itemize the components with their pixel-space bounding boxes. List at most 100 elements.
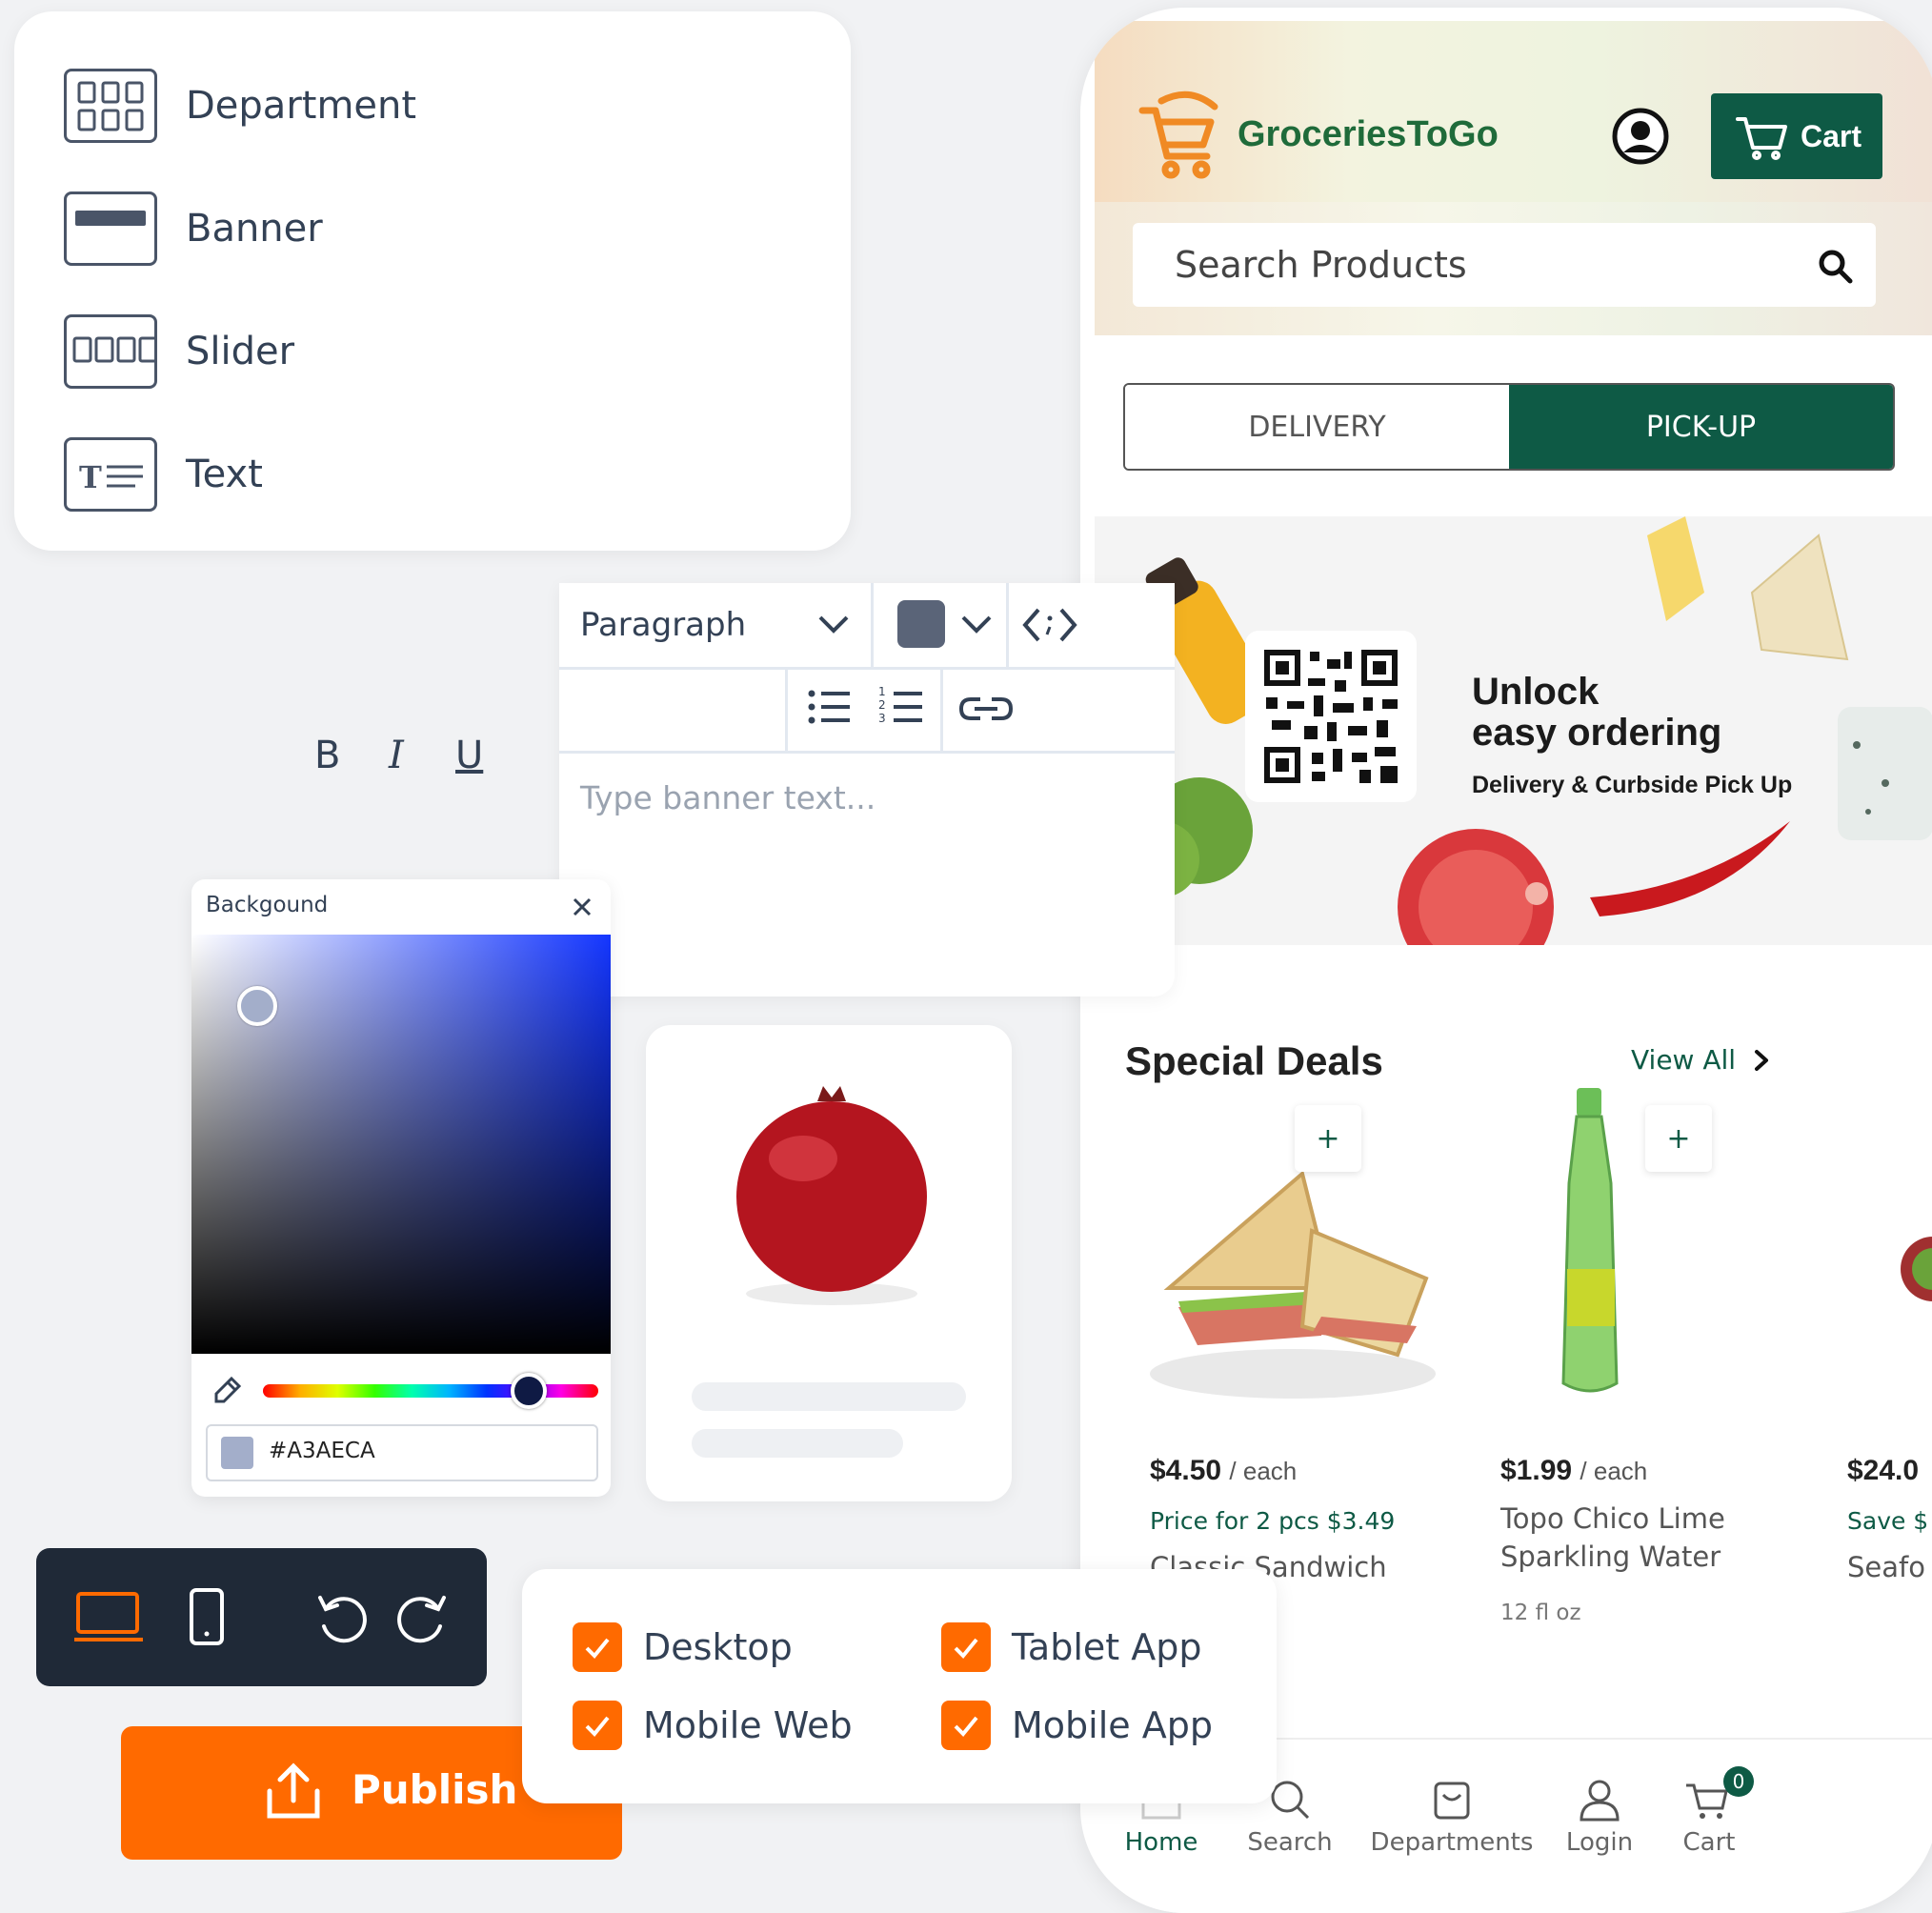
cart-count-badge: 0 xyxy=(1723,1766,1754,1797)
underline-button[interactable]: U xyxy=(455,734,483,777)
svg-text:2: 2 xyxy=(878,698,886,712)
grid-icon xyxy=(64,69,157,143)
color-picker-title: Backgound xyxy=(206,893,329,917)
target-label: Desktop xyxy=(643,1626,793,1668)
upload-icon xyxy=(267,1762,320,1819)
image-card[interactable] xyxy=(646,1025,1012,1501)
publish-label: Publish xyxy=(352,1766,518,1813)
svg-text:3: 3 xyxy=(878,712,886,725)
nav-cart[interactable]: Cart 0 xyxy=(1657,1766,1761,1857)
nav-login[interactable]: Login xyxy=(1547,1778,1652,1857)
palette-item-department[interactable]: Department xyxy=(64,67,416,145)
color-picker: Backgound #A3AECA xyxy=(191,879,611,1497)
desktop-icon[interactable] xyxy=(72,1590,145,1645)
brand-name: GroceriesToGo xyxy=(1238,114,1499,154)
rich-text-editor: Paragraph 123 Type banner text... xyxy=(559,583,1175,997)
checkbox-checked[interactable] xyxy=(941,1622,991,1672)
add-to-cart-button[interactable]: + xyxy=(1645,1105,1712,1172)
redo-icon[interactable] xyxy=(394,1588,452,1645)
banner-subheading: Delivery & Curbside Pick Up xyxy=(1472,772,1793,798)
add-to-cart-button[interactable]: + xyxy=(1295,1105,1361,1172)
close-icon[interactable] xyxy=(570,895,594,919)
product-size: 12 fl oz xyxy=(1500,1601,1581,1625)
palette-label: Slider xyxy=(186,330,295,373)
qr-code xyxy=(1245,631,1417,802)
tab-delivery[interactable]: DELIVERY xyxy=(1125,385,1509,469)
target-mobile-app[interactable]: Mobile App xyxy=(941,1701,1213,1750)
checkbox-checked[interactable] xyxy=(573,1701,622,1750)
search-placeholder: Search Products xyxy=(1175,244,1467,286)
pomegranate-image xyxy=(736,1086,927,1305)
text-color-swatch[interactable] xyxy=(897,600,945,648)
banner-text-input[interactable]: Type banner text... xyxy=(580,779,875,816)
banner-icon xyxy=(64,191,157,266)
price-value: $4.50 xyxy=(1150,1455,1222,1486)
target-label: Mobile App xyxy=(1012,1704,1213,1746)
checkbox-checked[interactable] xyxy=(573,1622,622,1672)
section-title: Special Deals xyxy=(1125,1038,1383,1083)
view-all-link[interactable]: View All xyxy=(1631,1044,1776,1076)
tab-pick-up[interactable]: PICK-UP xyxy=(1509,385,1893,469)
account-icon[interactable] xyxy=(1611,107,1670,166)
palette-label: Banner xyxy=(186,207,323,251)
checkbox-checked[interactable] xyxy=(941,1701,991,1750)
brand-cart-logo-icon xyxy=(1138,91,1218,179)
chevron-down-icon[interactable] xyxy=(815,610,853,640)
chevron-right-icon xyxy=(1755,1049,1769,1071)
cart-button-label: Cart xyxy=(1801,118,1862,153)
price-value: $1.99 xyxy=(1500,1455,1573,1486)
nav-label: Home xyxy=(1124,1828,1198,1857)
hex-color-swatch xyxy=(221,1437,253,1469)
palette-item-banner[interactable]: Banner xyxy=(64,190,323,268)
hue-slider[interactable] xyxy=(263,1384,598,1398)
target-label: Mobile Web xyxy=(643,1704,853,1746)
app-header: GroceriesToGo Cart Search Products xyxy=(1095,21,1932,335)
fulfillment-toggle: DELIVERY PICK-UP xyxy=(1123,383,1895,471)
italic-button[interactable]: I xyxy=(389,734,404,777)
chevron-down-icon[interactable] xyxy=(957,610,996,640)
hex-value: #A3AECA xyxy=(269,1439,375,1463)
product-price: $1.99 / each xyxy=(1500,1455,1647,1487)
product-image-topo-chico[interactable] xyxy=(1533,1078,1647,1402)
svg-text:1: 1 xyxy=(878,685,886,698)
palette-item-text[interactable]: T Text xyxy=(64,435,263,513)
product-price: $4.50 / each xyxy=(1150,1455,1297,1487)
nav-label: Departments xyxy=(1370,1828,1534,1857)
palette-label: Text xyxy=(186,453,263,496)
hex-input[interactable]: #A3AECA xyxy=(206,1424,598,1481)
search-icon[interactable] xyxy=(1817,248,1855,286)
nav-departments[interactable]: Departments xyxy=(1357,1778,1547,1857)
mobile-icon[interactable] xyxy=(186,1586,228,1647)
target-desktop[interactable]: Desktop xyxy=(573,1622,793,1672)
price-unit: / each xyxy=(1229,1457,1298,1485)
product-search-input[interactable]: Search Products xyxy=(1133,223,1876,307)
undo-icon[interactable] xyxy=(312,1588,370,1645)
text-placeholder-bar xyxy=(692,1382,966,1411)
editor-toolbar-row2: 123 xyxy=(559,667,1175,754)
check-icon xyxy=(954,1638,978,1659)
device-toolbar xyxy=(36,1548,487,1686)
numbered-list-icon[interactable]: 123 xyxy=(876,684,930,732)
bullet-list-icon[interactable] xyxy=(804,686,857,730)
cart-button[interactable]: Cart xyxy=(1711,93,1882,179)
palette-item-slider[interactable]: Slider xyxy=(64,312,294,391)
code-icon[interactable] xyxy=(1021,604,1078,646)
product-image-seafood xyxy=(1901,1237,1932,1301)
text-placeholder-bar xyxy=(692,1429,903,1458)
target-tablet-app[interactable]: Tablet App xyxy=(941,1622,1201,1672)
eyedropper-icon[interactable] xyxy=(211,1373,245,1407)
target-label: Tablet App xyxy=(1012,1626,1202,1668)
link-icon[interactable] xyxy=(957,692,1015,726)
text-icon: T xyxy=(64,437,157,512)
promo-banner[interactable]: Unlock easy ordering Delivery & Curbside… xyxy=(1095,516,1932,945)
user-icon xyxy=(1580,1780,1620,1822)
color-selector-handle[interactable] xyxy=(237,986,277,1026)
publish-targets: Desktop Tablet App Mobile Web Mobile App xyxy=(522,1569,1277,1803)
hue-slider-handle[interactable] xyxy=(511,1373,547,1409)
banner-heading-line1: Unlock xyxy=(1472,671,1600,713)
block-format-select[interactable]: Paragraph xyxy=(580,606,746,644)
target-mobile-web[interactable]: Mobile Web xyxy=(573,1701,853,1750)
bold-button[interactable]: B xyxy=(314,734,340,777)
check-icon xyxy=(585,1716,610,1737)
widget-palette: Department Banner Slider T Text xyxy=(14,11,851,551)
